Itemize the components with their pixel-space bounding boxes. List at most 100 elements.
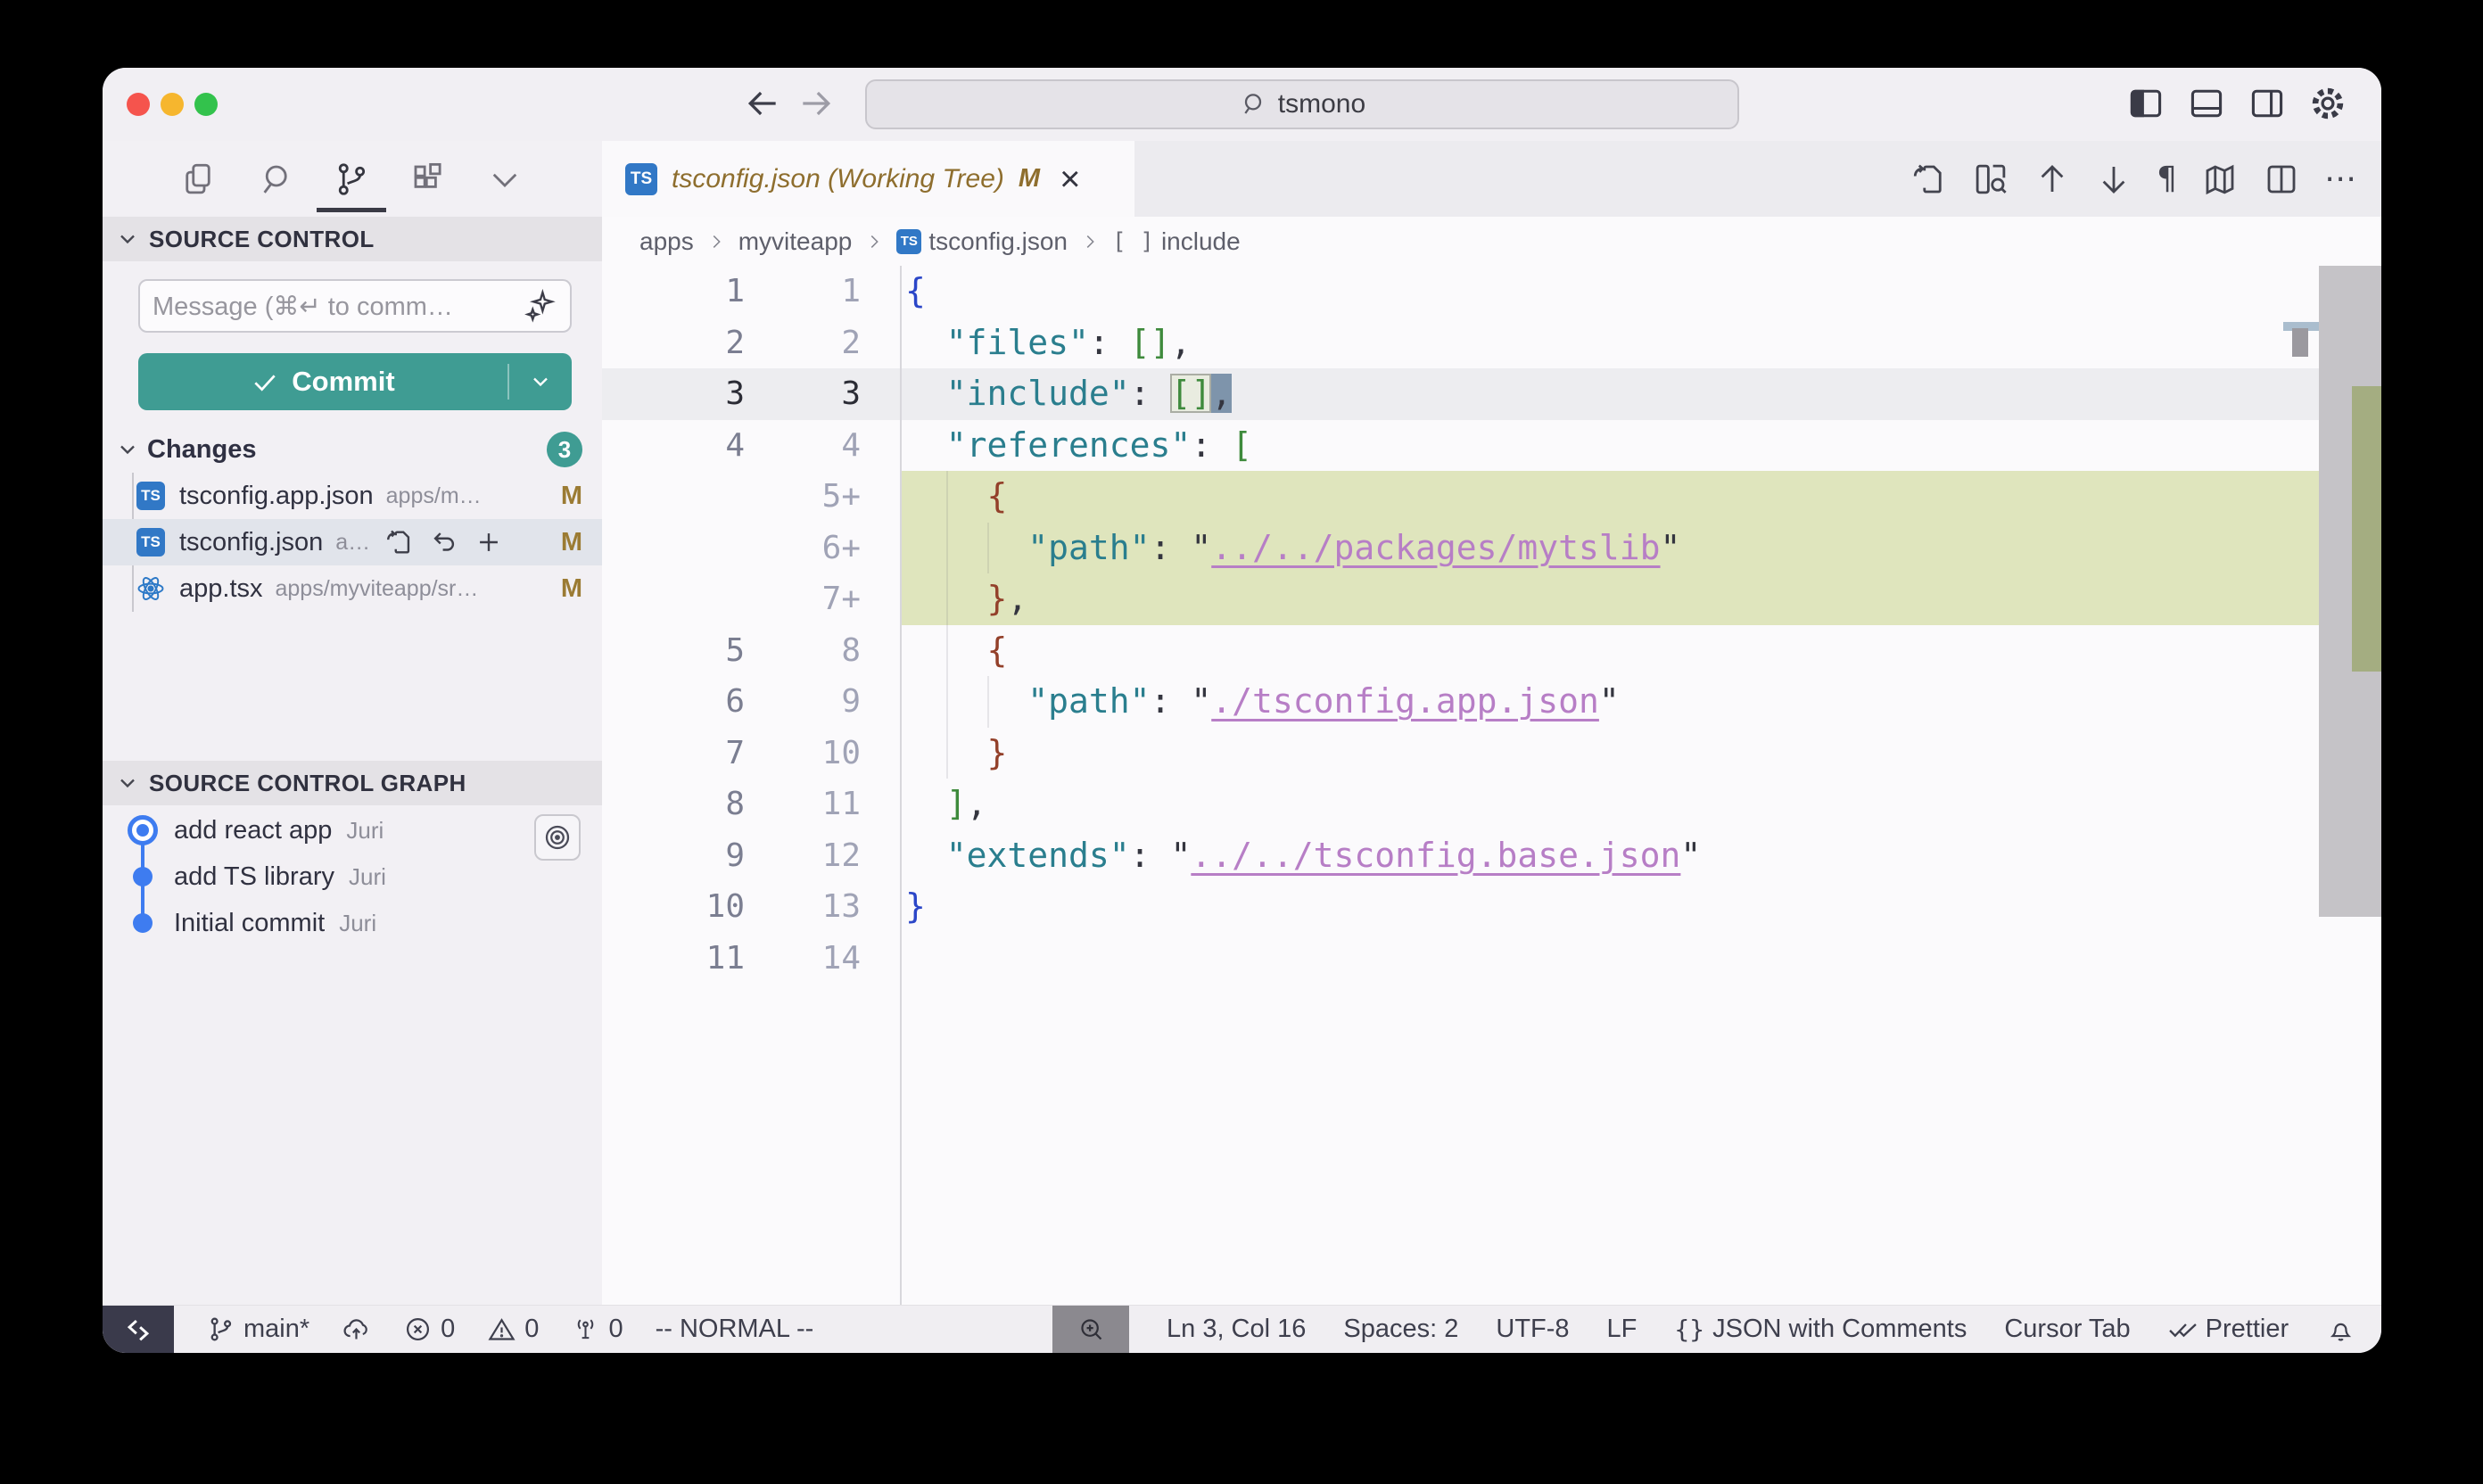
tab-close-icon[interactable]: × bbox=[1060, 161, 1080, 197]
diff-line[interactable]: 1013} bbox=[602, 881, 2381, 933]
file-name: tsconfig.json bbox=[179, 528, 323, 557]
plus-icon[interactable] bbox=[474, 527, 504, 557]
bracket-match-highlight: [] bbox=[1170, 374, 1211, 413]
vim-mode-indicator[interactable]: -- NORMAL -- bbox=[656, 1306, 814, 1353]
goto-current-commit-button[interactable] bbox=[534, 814, 581, 861]
navigate-forward-icon[interactable] bbox=[796, 84, 836, 123]
source-control-graph-header[interactable]: SOURCE CONTROL GRAPH bbox=[103, 761, 602, 805]
previous-change-icon[interactable] bbox=[2033, 161, 2071, 198]
diff-line[interactable]: 6+ "path": "../../packages/mytslib" bbox=[602, 523, 2381, 574]
discard-icon[interactable] bbox=[429, 527, 459, 557]
source-control-graph-title: SOURCE CONTROL GRAPH bbox=[149, 770, 466, 797]
diff-line[interactable]: 58 { bbox=[602, 625, 2381, 677]
vim-block-cursor: , bbox=[1211, 374, 1232, 413]
breadcrumb-item[interactable]: [ ]include bbox=[1112, 227, 1241, 256]
indentation[interactable]: Spaces: 2 bbox=[1343, 1306, 1458, 1353]
changed-file-row[interactable]: TStsconfig.app.jsonapps/m…M bbox=[103, 473, 602, 519]
modified-line-number: 12 bbox=[750, 830, 861, 882]
formatter[interactable]: Prettier bbox=[2168, 1306, 2289, 1353]
commit-message: add react app bbox=[174, 816, 332, 845]
diff-line[interactable]: 44 "references": [ bbox=[602, 420, 2381, 472]
extensions-icon[interactable] bbox=[409, 161, 447, 198]
toggle-panel-icon[interactable] bbox=[2187, 84, 2226, 123]
close-window-button[interactable] bbox=[127, 93, 150, 116]
zoom-indicator[interactable] bbox=[1052, 1306, 1129, 1353]
remote-indicator[interactable] bbox=[103, 1306, 174, 1353]
open-file-icon[interactable] bbox=[1910, 161, 1948, 198]
diff-line[interactable]: 1114 bbox=[602, 933, 2381, 985]
status-item-label: Cursor Tab bbox=[2004, 1315, 2130, 1344]
command-center-search[interactable]: tsmono bbox=[865, 79, 1739, 129]
settings-gear-icon[interactable] bbox=[2308, 84, 2347, 123]
more-views-chevron-icon[interactable] bbox=[486, 161, 524, 198]
goto-file-icon[interactable] bbox=[384, 527, 415, 557]
chevron-down-icon bbox=[115, 227, 140, 251]
breadcrumb-label: myviteapp bbox=[738, 227, 853, 256]
changes-section-header[interactable]: Changes 3 bbox=[103, 426, 602, 473]
diff-line[interactable]: 710 } bbox=[602, 728, 2381, 779]
sync-button[interactable] bbox=[342, 1306, 371, 1353]
breadcrumb-separator-icon bbox=[864, 232, 884, 251]
code-text: { bbox=[905, 266, 926, 317]
commit-row[interactable]: add TS libraryJuri bbox=[103, 853, 602, 900]
diff-line[interactable]: 33 "include": [], bbox=[602, 368, 2381, 420]
more-actions-icon[interactable]: ⋯ bbox=[2324, 163, 2356, 195]
diff-editor[interactable]: 11{22 "files": [],33 "include": [],44 "r… bbox=[602, 266, 2381, 1305]
source-control-section-header[interactable]: SOURCE CONTROL bbox=[103, 217, 602, 261]
navigate-back-icon[interactable] bbox=[743, 84, 782, 123]
file-path: a… bbox=[335, 530, 370, 556]
modified-line-number: 5+ bbox=[750, 471, 861, 523]
commit-message-input[interactable]: Message (⌘↵ to comm… bbox=[138, 279, 572, 333]
map-icon[interactable] bbox=[2201, 161, 2239, 198]
branch-indicator[interactable]: main* bbox=[206, 1306, 309, 1353]
status-item-label: 0 bbox=[524, 1315, 539, 1344]
code-text: ], bbox=[905, 779, 987, 830]
commit-button[interactable]: Commit bbox=[138, 353, 572, 410]
ports-indicator[interactable]: 0 bbox=[571, 1306, 623, 1353]
source-control-view-icon[interactable] bbox=[333, 161, 370, 198]
commit-author: Juri bbox=[346, 817, 384, 845]
diff-line[interactable]: 912 "extends": "../../tsconfig.base.json… bbox=[602, 830, 2381, 882]
warnings-indicator[interactable]: 0 bbox=[487, 1306, 539, 1353]
breadcrumb-item[interactable]: apps bbox=[639, 227, 694, 256]
diff-line[interactable]: 69 "path": "./tsconfig.app.json" bbox=[602, 676, 2381, 728]
cursor-tab[interactable]: Cursor Tab bbox=[2004, 1306, 2130, 1353]
sidebar: SOURCE CONTROL Message (⌘↵ to comm… Comm… bbox=[103, 141, 602, 1305]
changed-file-row[interactable]: app.tsxapps/myviteapp/sr…M bbox=[103, 565, 602, 612]
changed-file-row[interactable]: TStsconfig.jsona…M bbox=[103, 519, 602, 565]
breadcrumb-item[interactable]: myviteapp bbox=[738, 227, 853, 256]
toggle-whitespace-icon[interactable]: ¶ bbox=[2157, 163, 2177, 195]
maximize-window-button[interactable] bbox=[194, 93, 218, 116]
commit-row[interactable]: add react app Juri bbox=[103, 807, 602, 853]
cursor-position[interactable]: Ln 3, Col 16 bbox=[1167, 1306, 1306, 1353]
remote-icon bbox=[123, 1315, 153, 1345]
eol[interactable]: LF bbox=[1607, 1306, 1637, 1353]
changes-count-badge: 3 bbox=[547, 432, 582, 467]
diff-line[interactable]: 11{ bbox=[602, 266, 2381, 317]
errors-indicator[interactable]: 0 bbox=[403, 1306, 455, 1353]
commit-dropdown-button[interactable] bbox=[509, 369, 572, 394]
status-item-label: LF bbox=[1607, 1315, 1637, 1344]
double-check-icon bbox=[2168, 1315, 2198, 1344]
breadcrumb-item[interactable]: TStsconfig.json bbox=[896, 227, 1068, 256]
toggle-secondary-sidebar-icon[interactable] bbox=[2248, 84, 2287, 123]
explorer-icon[interactable] bbox=[179, 161, 217, 198]
next-change-icon[interactable] bbox=[2095, 161, 2132, 198]
diff-line[interactable]: 811 ], bbox=[602, 779, 2381, 830]
commit-row[interactable]: Initial commitJuri bbox=[103, 900, 602, 946]
diff-line[interactable]: 7+ }, bbox=[602, 573, 2381, 625]
notifications[interactable] bbox=[2326, 1306, 2355, 1353]
minimize-window-button[interactable] bbox=[161, 93, 184, 116]
search-view-icon[interactable] bbox=[256, 161, 293, 198]
split-editor-icon[interactable] bbox=[2263, 161, 2300, 198]
tab-tsconfig-working-tree[interactable]: TS tsconfig.json (Working Tree) M × bbox=[602, 141, 1134, 217]
open-changes-view-icon[interactable] bbox=[1972, 161, 2009, 198]
sparkle-ai-icon[interactable] bbox=[524, 289, 557, 323]
language-mode[interactable]: {}JSON with Comments bbox=[1674, 1306, 1967, 1353]
encoding[interactable]: UTF-8 bbox=[1496, 1306, 1569, 1353]
diff-line[interactable]: 22 "files": [], bbox=[602, 317, 2381, 369]
search-value: tsmono bbox=[1278, 89, 1365, 120]
toggle-primary-sidebar-icon[interactable] bbox=[2126, 84, 2165, 123]
diff-line[interactable]: 5+ { bbox=[602, 471, 2381, 523]
modified-line-number: 1 bbox=[750, 266, 861, 317]
